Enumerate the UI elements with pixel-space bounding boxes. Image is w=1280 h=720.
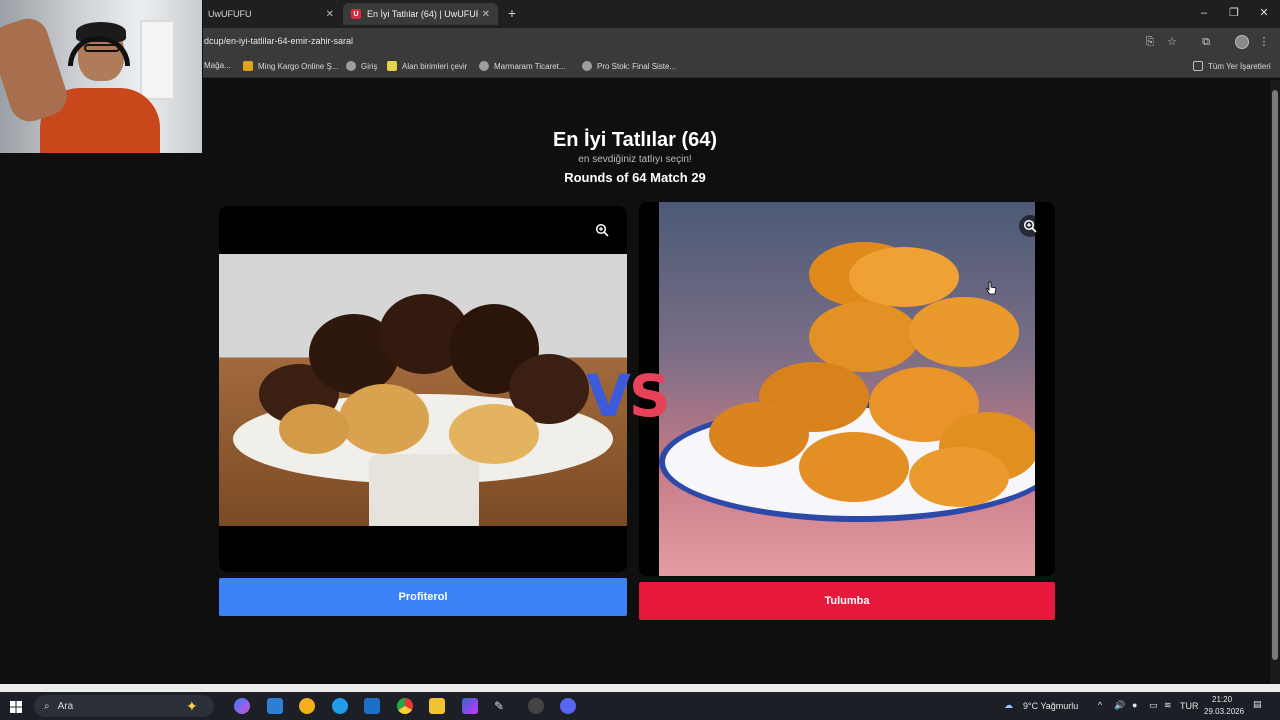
menu-icon[interactable]: ⋮ [1257, 35, 1271, 49]
taskbar: ⌕ Ara ✦ ✎ ☁ 9°C Yağmurlu ^ 🔊 ● ▭ ≋ TUR 2… [0, 692, 1280, 720]
pen-icon[interactable]: ✎ [494, 698, 510, 714]
wifi-icon[interactable]: ≋ [1164, 700, 1172, 711]
tulumba-image[interactable] [659, 202, 1035, 576]
app-icon[interactable] [528, 698, 544, 714]
tray-chevron-icon[interactable]: ^ [1098, 700, 1102, 710]
bookmark-item[interactable]: Pro Stok: Final Siste... [582, 61, 676, 71]
weather-icon: ☁ [1004, 700, 1013, 710]
close-icon[interactable]: ✕ [326, 9, 334, 20]
clock-date[interactable]: 29.03.2026 [1204, 707, 1244, 716]
tulumba-piece [849, 247, 959, 307]
choose-profiterol-button[interactable]: Profiterol [219, 578, 627, 616]
profile-avatar[interactable] [1235, 35, 1249, 49]
folder-icon[interactable] [429, 698, 445, 714]
tulumba-piece [809, 302, 919, 372]
all-bookmarks[interactable]: Tüm Yer İşaretleri [1193, 61, 1271, 71]
tulumba-piece [909, 447, 1009, 507]
windows-start-icon[interactable] [10, 700, 22, 713]
tulumba-piece [709, 402, 809, 467]
plate-stand [369, 454, 479, 526]
bookmark-item[interactable]: Marmaram Ticaret... [479, 61, 566, 71]
uwufufu-icon: U [351, 9, 361, 19]
bookmark-label: Ming Kargo Online Ş... [258, 61, 339, 71]
bookmark-item[interactable]: Mağa... [204, 61, 231, 70]
bookmark-item[interactable]: Giriş [346, 61, 377, 71]
discord-icon[interactable] [560, 698, 576, 714]
puff-shape [279, 404, 349, 454]
extensions-icon[interactable]: ⧉ [1199, 35, 1213, 49]
translate-icon[interactable]: ⎘ [1143, 35, 1157, 49]
search-icon: ⌕ [44, 700, 50, 712]
folder-icon [1193, 61, 1203, 71]
close-window-icon[interactable]: ✕ [1252, 5, 1276, 21]
bookmark-label: Mağa... [204, 61, 231, 70]
bookmark-label: Alan birimleri çevir [402, 61, 468, 71]
converter-icon [387, 61, 397, 71]
screen: { "browser": { "tabs": [ {"title": "UwUF… [0, 0, 1280, 720]
vs-v: V [586, 362, 631, 430]
restore-icon[interactable]: ❐ [1222, 5, 1246, 21]
vs-s: S [628, 362, 671, 430]
tulumba-piece [799, 432, 909, 502]
clock-time[interactable]: 21:20 [1212, 695, 1232, 704]
tab-en-iyi-tatlilar[interactable]: U En İyi Tatlılar (64) | UwUFUFU ✕ [343, 3, 498, 25]
chrome-icon[interactable] [397, 698, 413, 714]
vertical-scrollbar[interactable] [1270, 80, 1280, 684]
minimize-icon[interactable]: – [1192, 5, 1216, 21]
cargo-icon [243, 61, 253, 71]
close-icon[interactable]: ✕ [482, 9, 490, 20]
zoom-icon[interactable] [591, 219, 613, 241]
app-icon[interactable] [299, 698, 315, 714]
choose-tulumba-button[interactable]: Tulumba [639, 582, 1055, 620]
mic-icon[interactable]: ● [1132, 700, 1137, 710]
copilot-sparkle-icon[interactable]: ✦ [186, 698, 202, 714]
bookmark-label: Giriş [361, 61, 378, 71]
profiterol-image[interactable] [219, 254, 627, 526]
page-title: En İyi Tatlılar (64) [552, 129, 718, 151]
globe-icon [582, 61, 592, 71]
weather-text[interactable]: 9°C Yağmurlu [1023, 701, 1078, 711]
search-placeholder: Ara [57, 700, 74, 712]
puff-shape [449, 404, 539, 464]
vs-label: VS [586, 362, 671, 430]
puff-shape [339, 384, 429, 454]
bookmark-label: Marmaram Ticaret... [494, 61, 566, 71]
globe-icon [346, 61, 356, 71]
page-subtitle: en sevdiğiniz tatlıyı seçin! [578, 154, 692, 165]
zoom-icon[interactable] [1019, 215, 1041, 237]
tulumba-piece [909, 297, 1019, 367]
round-info: Rounds of 64 Match 29 [564, 170, 706, 185]
new-tab-icon[interactable]: + [505, 5, 519, 21]
bookmark-label: Pro Stok: Final Siste... [597, 61, 677, 71]
notification-icon[interactable]: ▤ [1253, 699, 1262, 710]
app-icon[interactable] [267, 698, 283, 714]
hand-cursor-icon [986, 281, 997, 295]
horizontal-scrollbar[interactable] [0, 684, 1280, 692]
star-icon[interactable]: ☆ [1165, 35, 1179, 49]
bookmark-item[interactable]: Alan birimleri çevir [387, 61, 467, 71]
battery-icon[interactable]: ▭ [1149, 700, 1158, 711]
outlook-icon[interactable] [364, 698, 380, 714]
tab-title: UwUFUFU [208, 9, 252, 19]
volume-icon[interactable]: 🔊 [1114, 700, 1125, 711]
url-field[interactable]: dcup/en-iyi-tatlilar-64-emir-zahir-saral [204, 36, 353, 46]
language-indicator[interactable]: TUR [1180, 701, 1199, 711]
scrollbar-thumb[interactable] [1272, 90, 1278, 660]
edge-icon[interactable] [332, 698, 348, 714]
option-card-left[interactable] [219, 206, 627, 572]
globe-icon [479, 61, 489, 71]
bookmark-item[interactable]: Ming Kargo Online Ş... [243, 61, 338, 71]
copilot-icon[interactable] [234, 698, 250, 714]
bookmark-label: Tüm Yer İşaretleri [1208, 61, 1271, 71]
option-card-right[interactable] [639, 202, 1055, 576]
tab-title: En İyi Tatlılar (64) | UwUFUFU [367, 9, 478, 19]
tab-uwufufu[interactable]: UwUFUFU ✕ [200, 3, 342, 25]
app-icon[interactable] [462, 698, 478, 714]
